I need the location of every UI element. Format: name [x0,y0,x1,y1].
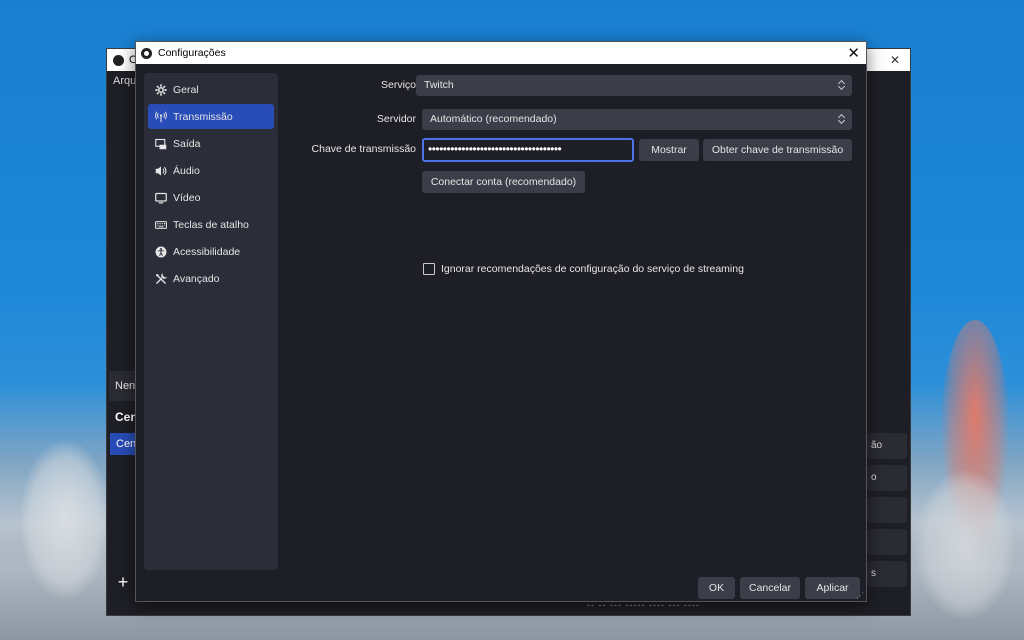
sidebar-item-transmissao[interactable]: Transmissão [148,104,274,129]
controls-button[interactable]: ão [867,433,907,459]
output-icon [154,137,168,151]
service-select-value: Twitch [424,79,454,91]
sidebar-item-avancado[interactable]: Avançado [148,266,274,291]
show-key-button[interactable]: Mostrar [639,139,699,161]
settings-content: Serviço Twitch Servidor Automático (reco… [286,73,861,573]
settings-dialog: Configurações ✕ Geral Transmissão Saída [135,41,867,602]
service-label: Serviço [380,79,416,91]
service-select[interactable]: Twitch [416,75,852,96]
ignore-recommendations-label: Ignorar recomendações de configuração do… [441,263,744,275]
ok-button[interactable]: OK [698,577,735,599]
stream-key-label: Chave de transmissão [311,143,416,155]
sidebar-item-label: Transmissão [173,110,233,123]
add-scene-button[interactable]: + [111,571,135,595]
resize-grip-icon[interactable]: ⋰ [856,591,864,600]
server-label: Servidor [376,113,416,125]
sidebar-item-label: Teclas de atalho [173,218,249,231]
main-status-bar: -- -- --- ----- ---- --- ---- [587,600,700,610]
scene-list-item[interactable]: Cena [110,433,142,455]
controls-button[interactable]: s [867,561,907,587]
stream-key-input[interactable]: •••••••••••••••••••••••••••••••••••• [422,138,634,162]
controls-button[interactable] [867,497,907,523]
obs-logo-icon [141,47,152,59]
broadcast-icon [154,110,168,124]
controls-button[interactable] [867,529,907,555]
close-icon[interactable]: ✕ [847,44,860,62]
settings-titlebar: Configurações ✕ [136,42,866,64]
sidebar-item-label: Avançado [173,272,220,285]
sidebar-item-label: Áudio [173,164,200,177]
cancel-button[interactable]: Cancelar [740,577,800,599]
server-select[interactable]: Automático (recomendado) [422,109,852,130]
server-select-value: Automático (recomendado) [430,113,557,125]
connect-account-button[interactable]: Conectar conta (recomendado) [422,171,585,193]
monitor-icon [154,191,168,205]
settings-sidebar: Geral Transmissão Saída Áudio Vídeo Tecl… [144,73,278,570]
keyboard-icon [154,218,168,232]
sidebar-item-audio[interactable]: Áudio [148,158,274,183]
sidebar-item-label: Geral [173,83,199,96]
select-arrows-icon [838,78,846,92]
sidebar-item-teclas-de-atalho[interactable]: Teclas de atalho [148,212,274,237]
sidebar-item-label: Vídeo [173,191,201,204]
sidebar-item-saida[interactable]: Saída [148,131,274,156]
sidebar-item-acessibilidade[interactable]: Acessibilidade [148,239,274,264]
sidebar-item-video[interactable]: Vídeo [148,185,274,210]
ignore-recommendations-checkbox[interactable] [423,263,435,275]
bird-decoration [915,470,1015,620]
apply-button[interactable]: Aplicar [805,577,860,599]
speaker-icon [154,164,168,178]
get-stream-key-button[interactable]: Obter chave de transmissão [703,139,852,161]
controls-dock: ão o s [867,371,909,596]
bird-decoration [20,440,110,600]
accessibility-icon [154,245,168,259]
sidebar-item-geral[interactable]: Geral [148,77,274,102]
gear-icon [154,83,168,97]
tools-icon [154,272,168,286]
select-arrows-icon [838,112,846,126]
sidebar-item-label: Saída [173,137,201,150]
controls-button[interactable]: o [867,465,907,491]
obs-logo-icon [113,54,124,66]
main-close-icon[interactable]: ✕ [890,53,900,67]
ignore-recommendations-row[interactable]: Ignorar recomendações de configuração do… [423,263,744,275]
sidebar-item-label: Acessibilidade [173,245,241,258]
settings-title: Configurações [158,47,226,59]
